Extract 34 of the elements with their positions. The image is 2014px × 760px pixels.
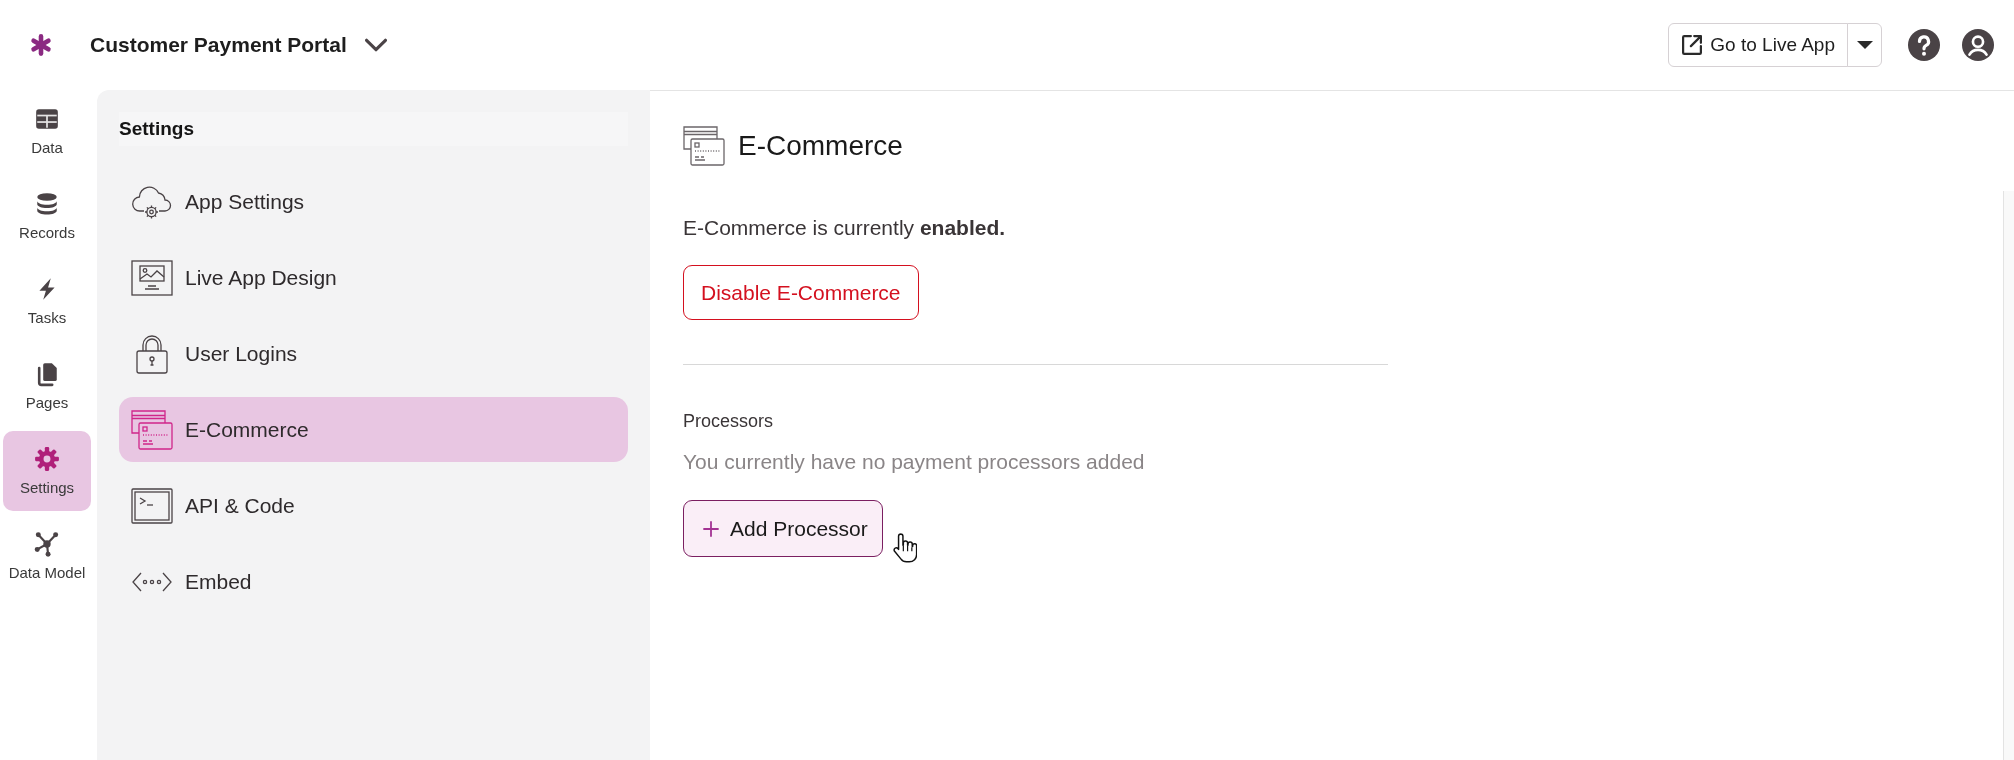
nav-rail-item[interactable]: Tasks	[3, 261, 91, 341]
status-message: E-Commerce is currently enabled.	[683, 215, 1006, 241]
section-label: Processors	[683, 410, 774, 433]
database-icon	[34, 191, 60, 217]
settings-menu-item[interactable]: E-Commerce	[119, 397, 628, 462]
settings-menu-item[interactable]: Embed	[119, 549, 628, 614]
network-icon	[34, 531, 60, 557]
external-link-icon	[1682, 35, 1703, 55]
page-title: E-Commerce	[738, 129, 903, 163]
help-icon[interactable]	[1908, 29, 1940, 61]
live-app-menu-button[interactable]	[1847, 23, 1882, 67]
nav-rail-item[interactable]: Pages	[3, 346, 91, 426]
empty-state-text: You currently have no payment processors added	[683, 449, 1145, 475]
table-icon	[34, 106, 60, 132]
plus-icon	[703, 520, 719, 537]
hand-cursor-icon	[893, 533, 917, 563]
settings-menu-item[interactable]: App Settings	[119, 169, 628, 234]
settings-menu-item[interactable]: User Logins	[119, 321, 628, 386]
nav-rail-item[interactable]: Data Model	[3, 516, 91, 596]
disable-ecommerce-button[interactable]: Disable E-Commerce	[683, 265, 919, 320]
settings-menu-item[interactable]: API & Code	[119, 473, 628, 538]
go-to-live-app-button[interactable]: Go to Live App	[1668, 23, 1848, 67]
user-account-icon[interactable]	[1962, 29, 1994, 61]
gear-icon	[34, 446, 60, 472]
nav-rail-item[interactable]: Settings	[3, 431, 91, 511]
asterisk-logo-icon[interactable]	[30, 34, 52, 56]
settings-menu-item[interactable]: Live App Design	[119, 245, 628, 310]
credit-cards-icon	[131, 408, 173, 451]
add-processor-button[interactable]: Add Processor	[683, 500, 883, 557]
nav-rail-item[interactable]: Records	[3, 176, 91, 256]
nav-rail-item[interactable]: Data	[3, 91, 91, 171]
credit-cards-icon	[683, 125, 725, 167]
scrollbar-track[interactable]	[2003, 191, 2014, 760]
app-title[interactable]: Customer Payment Portal	[90, 31, 347, 59]
